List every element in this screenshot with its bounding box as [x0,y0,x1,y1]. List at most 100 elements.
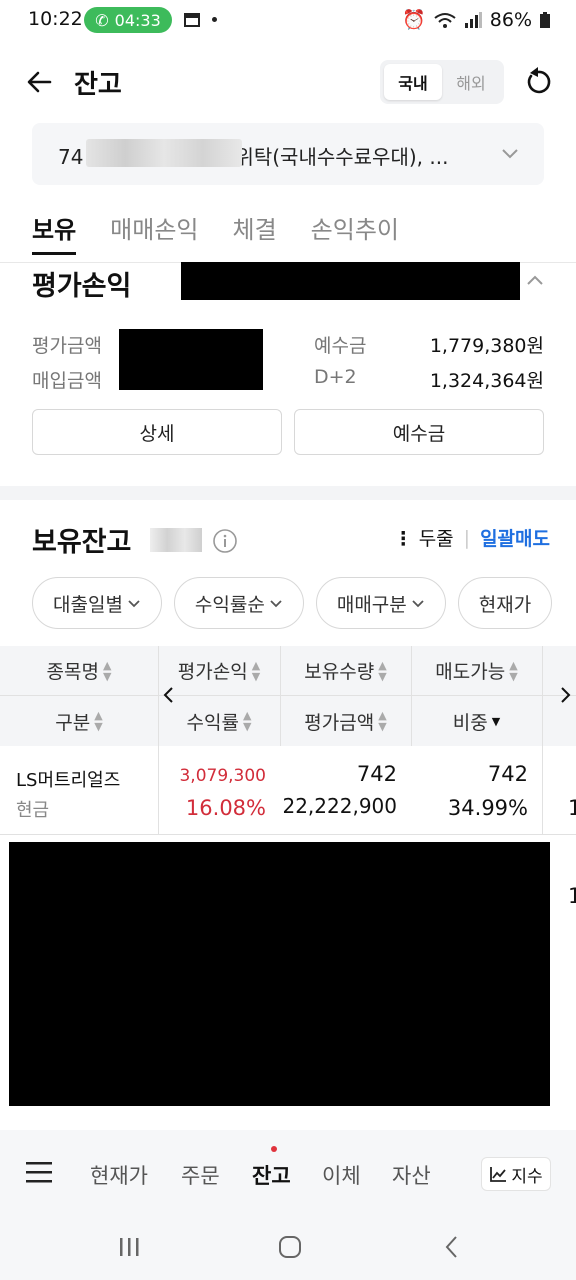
tab-bar: 보유 매매손익 체결 손익추이 [32,210,399,255]
two-line-toggle[interactable]: ⋮ 두줄 [394,524,454,551]
back-nav-icon[interactable] [442,1235,462,1259]
column-header-rate[interactable]: 수익률 ▲ ▼ [158,696,280,746]
filter-chip[interactable]: 현재가 [457,577,553,629]
account-type: 위탁(국내수수료우대), ... [235,145,449,169]
index-button[interactable]: 지수 [481,1157,551,1191]
d2-label: D+2 [314,366,357,388]
nav-assets[interactable]: 자산 [392,1160,431,1190]
extra-value: 1 [568,884,576,908]
deposit-label: 예수금 [314,335,367,357]
info-icon[interactable] [212,528,238,554]
chevron-down-icon [270,600,282,608]
header-label: 평가금액 [304,711,375,734]
back-button[interactable] [24,66,56,98]
stock-name: LS머트리얼즈 [16,770,121,791]
profit-value: 3,079,300 [179,766,266,786]
chevron-down-icon [412,600,424,608]
holdings-count-blur [150,528,202,552]
sort-icon: ▲ ▼ [242,709,252,733]
sell-all-button[interactable]: 일괄매도 [480,524,550,551]
separator: | [463,526,471,549]
d2-value: 1,324,364원 [429,370,544,392]
sort-desc-icon: ▼ [491,714,501,728]
header-label: 종목명 [46,661,99,683]
filter-label: 대출일별 [53,593,123,616]
tab-pnl-trend[interactable]: 손익추이 [311,210,399,255]
eval-title: 평가손익 [32,271,132,302]
refresh-button[interactable] [522,66,554,98]
row-divider [0,834,576,835]
column-header-profit[interactable]: 평가손익 ▲ ▼ [158,646,280,695]
sort-icon: ▲ ▼ [509,658,518,683]
column-header-name[interactable]: 종목명 ▲ ▼ [0,646,158,695]
eval-amount-value: 22,222,900 [282,794,397,818]
chevron-down-icon [502,149,518,159]
weight-value: 34.99% [447,796,528,820]
redacted-block [119,329,263,390]
deposit-button[interactable]: 예수금 [294,409,544,455]
filter-label: 매매구분 [336,593,407,616]
column-header-sellable[interactable]: 매도가능 ▲ ▼ [411,646,542,695]
calendar-icon [184,12,200,28]
market-toggle[interactable]: 국내 해외 [380,60,504,104]
call-timer: 04:33 [114,10,161,30]
home-icon[interactable] [278,1235,302,1259]
filter-chip[interactable]: 대출일별 [32,577,162,629]
tab-trade-pnl[interactable]: 매매손익 [110,210,198,255]
chevron-left-icon[interactable] [162,686,176,704]
wifi-icon [434,12,456,28]
sort-icon: ▲ ▼ [378,658,387,683]
alarm-icon: ⏰ [402,9,426,31]
chevron-up-icon[interactable] [524,270,546,292]
detail-button[interactable]: 상세 [32,409,282,455]
account-prefix: 74 [58,145,84,169]
sellable-value: 742 [487,762,528,786]
call-indicator[interactable]: ✆ 04:33 [84,7,172,33]
sort-icon: ▲ ▼ [378,709,387,733]
status-time: 10:22 [28,8,83,30]
chevron-right-icon[interactable] [558,686,572,704]
nav-order[interactable]: 주문 [181,1160,220,1190]
column-header-qty[interactable]: 보유수량 ▲ ▼ [280,646,411,695]
status-icons: ⏰ 86% [402,8,550,31]
menu-icon[interactable] [26,1160,54,1184]
header-label: 구분 [55,711,91,734]
battery-icon [540,11,550,28]
nav-transfer[interactable]: 이체 [322,1160,361,1190]
column-header-weight[interactable]: 비중 ▼ [411,696,542,746]
sort-icon: ▲ ▼ [94,709,103,733]
redacted-block [9,842,550,1106]
account-selector[interactable]: 74 위탁(국내수수료우대), ... [32,123,544,185]
filter-label: 현재가 [478,593,532,616]
holdings-actions: ⋮ 두줄 | 일괄매도 [394,524,550,551]
header-label: 수익률 [186,711,239,734]
redacted-block [181,262,520,300]
stock-type: 현금 [16,800,50,821]
tab-holdings[interactable]: 보유 [32,210,77,255]
qty-value: 742 [356,762,397,786]
filter-chips: 대출일별 수익률순 매매구분 현재가 [32,577,553,629]
filter-chip[interactable]: 매매구분 [315,577,446,629]
holdings-title: 보유잔고 [32,527,132,558]
notification-dot-icon [212,17,217,22]
header-label: 비중 [452,711,488,734]
sort-icon: ▲ ▼ [102,658,112,683]
nav-balance[interactable]: 잔고 [252,1160,291,1190]
account-number-blur [86,139,242,167]
rate-value: 16.08% [185,796,266,820]
column-header-type[interactable]: 구분 ▲ ▼ [0,696,158,746]
tab-executions[interactable]: 체결 [233,210,277,255]
page-title: 잔고 [74,70,122,100]
nav-current-price[interactable]: 현재가 [90,1160,148,1190]
sort-icon: ▲ ▼ [251,658,261,683]
index-label: 지수 [511,1166,543,1187]
segment-domestic[interactable]: 국내 [384,64,442,100]
filter-chip[interactable]: 수익률순 [173,577,304,629]
header-label: 보유수량 [304,661,375,683]
filter-label: 수익률순 [194,593,265,616]
purchase-amount-label: 매입금액 [32,370,102,392]
chevron-down-icon [128,600,140,608]
recent-apps-icon[interactable] [118,1236,142,1258]
segment-overseas[interactable]: 해외 [442,64,500,100]
column-header-eval[interactable]: 평가금액 ▲ ▼ [280,696,411,746]
